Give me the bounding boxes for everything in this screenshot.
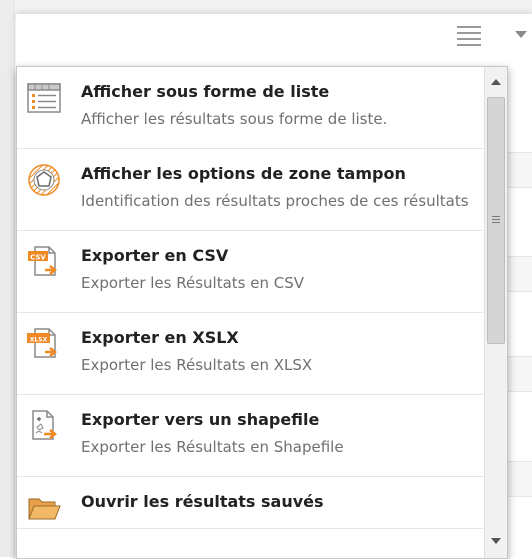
svg-text:XLSX: XLSX <box>30 337 48 344</box>
results-options-menu: Afficher sous forme de liste Afficher le… <box>16 66 508 559</box>
grip-icon <box>492 216 500 225</box>
menu-item-title: Afficher sous forme de liste <box>81 82 330 101</box>
window-left-frame <box>0 0 15 557</box>
folder-open-icon <box>28 498 61 520</box>
background-table-edge <box>506 66 532 557</box>
menu-item-description: Exporter les Résultats en CSV <box>81 274 305 292</box>
menu-item-description: Identification des résultats proches de … <box>81 192 469 210</box>
menu-item-show-as-list[interactable]: Afficher sous forme de liste Afficher le… <box>17 67 483 149</box>
menu-item-export-csv[interactable]: CSV Exporter en CSV Exporter les Résulta… <box>17 231 483 313</box>
menu-item-description: Afficher les résultats sous forme de lis… <box>81 110 388 128</box>
menu-scrollbar[interactable] <box>484 67 507 558</box>
list-view-icon <box>27 83 61 113</box>
menu-item-export-xlsx[interactable]: XLSX Exporter en XSLX Exporter les Résul… <box>17 313 483 395</box>
menu-item-title: Exporter en XSLX <box>81 328 239 347</box>
menu-item-title: Exporter vers un shapefile <box>81 410 320 429</box>
export-shapefile-icon <box>32 410 58 440</box>
hamburger-list-icon[interactable] <box>457 26 481 46</box>
menu-list: Afficher sous forme de liste Afficher le… <box>17 67 483 529</box>
buffer-zone-icon <box>28 164 60 196</box>
export-xlsx-icon: XLSX <box>27 328 58 358</box>
results-toolbar <box>16 14 532 66</box>
chevron-down-icon[interactable] <box>515 31 527 38</box>
menu-item-title: Exporter en CSV <box>81 246 229 265</box>
menu-item-open-saved-results[interactable]: Ouvrir les résultats sauvés <box>17 477 483 529</box>
menu-item-description: Exporter les Résultats en Shapefile <box>81 438 344 456</box>
scroll-thumb[interactable] <box>487 97 505 344</box>
svg-text:CSV: CSV <box>30 254 46 262</box>
scroll-up-arrow-icon[interactable] <box>491 79 501 85</box>
menu-item-buffer-options[interactable]: Afficher les options de zone tampon Iden… <box>17 149 483 231</box>
menu-item-description: Exporter les Résultats en XLSX <box>81 356 313 374</box>
export-csv-icon: CSV <box>28 246 58 276</box>
menu-item-export-shapefile[interactable]: Exporter vers un shapefile Exporter les … <box>17 395 483 477</box>
menu-item-title: Ouvrir les résultats sauvés <box>81 492 324 511</box>
scroll-down-arrow-icon[interactable] <box>491 538 501 544</box>
menu-item-title: Afficher les options de zone tampon <box>81 164 406 183</box>
